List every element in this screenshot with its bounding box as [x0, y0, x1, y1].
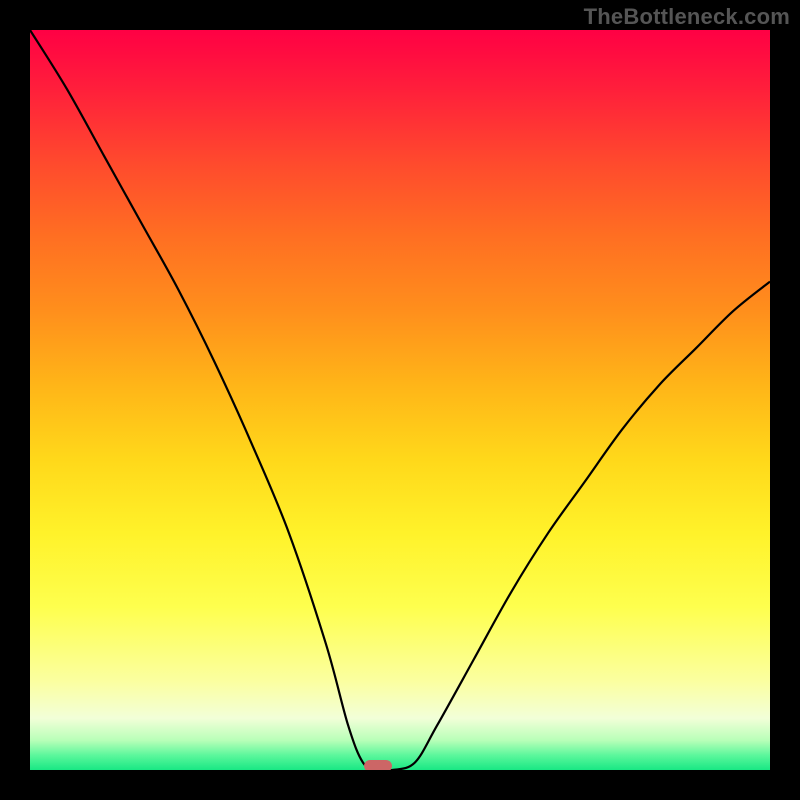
- plot-area: [30, 30, 770, 770]
- optimal-point-marker: [364, 760, 392, 770]
- bottleneck-curve: [30, 30, 770, 770]
- watermark-text: TheBottleneck.com: [584, 4, 790, 30]
- chart-frame: TheBottleneck.com: [0, 0, 800, 800]
- bottleneck-curve-path: [30, 30, 770, 770]
